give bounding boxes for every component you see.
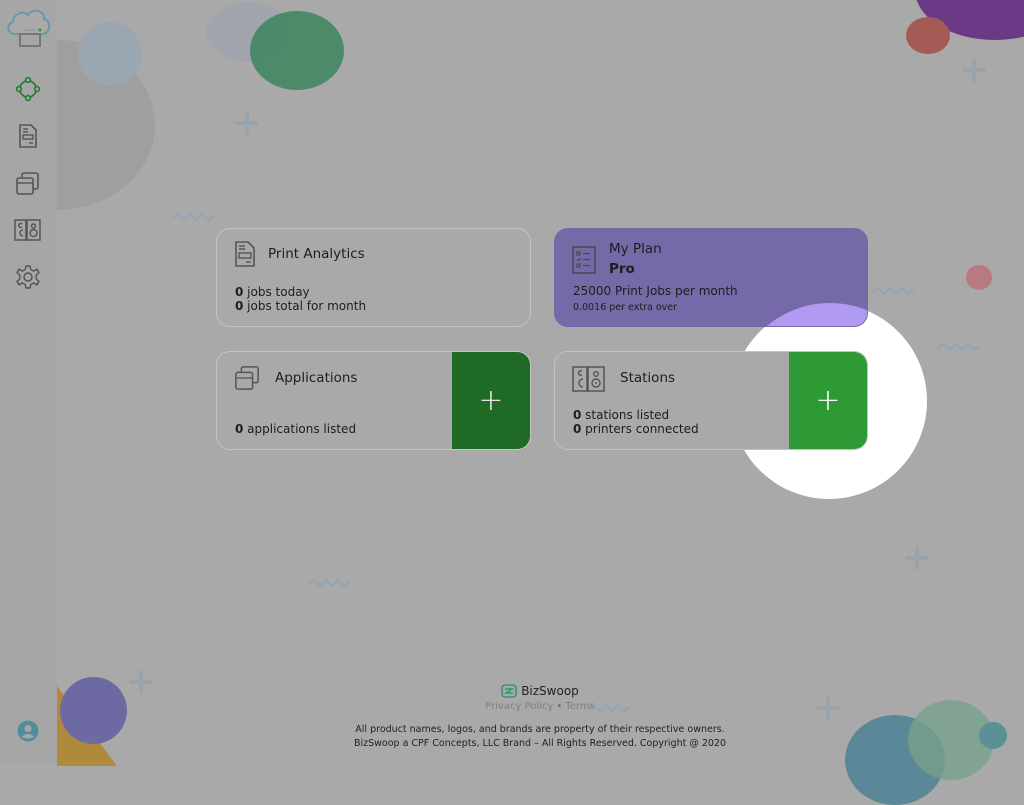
document-icon	[19, 124, 37, 148]
decor-wave	[937, 342, 981, 352]
plan-jobs-per-month: 25000 Print Jobs per month	[573, 284, 738, 298]
plan-name: Pro	[609, 261, 635, 277]
printers-count-label: printers connected	[581, 422, 699, 436]
jobs-today-label: jobs today	[243, 285, 310, 299]
decor-plus	[235, 111, 259, 135]
applications-count: 0 applications listed	[235, 422, 356, 436]
jobs-month-label: jobs total for month	[243, 299, 367, 313]
applications-count-label: applications listed	[243, 422, 357, 436]
decor-wave	[307, 578, 351, 588]
legal-line-1: All product names, logos, and brands are…	[355, 724, 725, 735]
speakers-icon	[572, 366, 605, 392]
legal-line-2: BizSwoop a CPF Concepts, LLC Brand – All…	[353, 738, 727, 749]
decor-plus	[129, 670, 153, 694]
my-plan-title: My Plan	[609, 241, 662, 257]
brand-name: BizSwoop	[521, 684, 579, 698]
print-analytics-title: Print Analytics	[268, 246, 365, 262]
applications-title: Applications	[275, 370, 358, 386]
link-separator: •	[556, 701, 563, 712]
add-application-button[interactable]: +	[452, 352, 530, 449]
decor-circle-teal-small	[979, 722, 1007, 749]
decor-plus	[816, 696, 840, 720]
windows-icon	[235, 366, 259, 390]
sidebar-item-dashboard[interactable]	[14, 75, 42, 103]
spotlight-edge	[732, 303, 867, 326]
plus-icon: +	[478, 382, 504, 418]
speakers-icon	[14, 219, 41, 241]
sidebar	[0, 0, 57, 763]
decor-ellipse-green	[250, 11, 344, 90]
plan-overage: 0.0016 per extra over	[573, 302, 678, 313]
sidebar-item-applications[interactable]	[14, 169, 42, 197]
decor-circle-pink	[966, 265, 992, 290]
stations-count-label: stations listed	[581, 408, 670, 422]
printers-count: 0 printers connected	[573, 422, 699, 436]
decor-wave	[871, 286, 915, 296]
cloud-printer-logo[interactable]	[3, 4, 53, 48]
decor-wave	[171, 212, 215, 222]
jobs-month: 0 jobs total for month	[235, 299, 366, 313]
decor-circle-blue	[78, 22, 142, 86]
decor-circle-violet	[60, 677, 127, 744]
applications-card[interactable]: Applications 0 applications listed +	[216, 351, 531, 450]
checklist-icon	[572, 246, 596, 274]
sidebar-item-stations[interactable]	[14, 216, 42, 244]
document-icon	[235, 241, 255, 267]
plus-icon: +	[815, 382, 841, 418]
my-plan-card[interactable]: My Plan Pro 25000 Print Jobs per month 0…	[554, 228, 868, 327]
privacy-policy-link[interactable]: Privacy Policy	[485, 701, 553, 712]
user-avatar-icon[interactable]	[17, 720, 39, 742]
terms-link[interactable]: Terms	[565, 701, 594, 712]
jobs-today: 0 jobs today	[235, 285, 310, 299]
sidebar-item-print-analytics[interactable]	[14, 122, 42, 150]
sidebar-item-settings[interactable]	[14, 263, 42, 291]
dashboard-nodes-icon	[15, 76, 41, 102]
bizswoop-logo-icon	[501, 684, 517, 698]
gear-icon	[16, 265, 40, 289]
footer-links: Privacy Policy • Terms	[340, 701, 740, 712]
windows-icon	[16, 172, 39, 195]
decor-circle-red	[906, 17, 950, 54]
add-station-button[interactable]: +	[789, 352, 867, 449]
print-analytics-card[interactable]: Print Analytics 0 jobs today 0 jobs tota…	[216, 228, 531, 327]
decor-plus	[962, 58, 986, 82]
decor-plus	[905, 546, 929, 570]
stations-card[interactable]: Stations 0 stations listed 0 printers co…	[554, 351, 868, 450]
stations-count: 0 stations listed	[573, 408, 669, 422]
footer-brand[interactable]: BizSwoop	[340, 684, 740, 698]
stations-title: Stations	[620, 370, 676, 386]
